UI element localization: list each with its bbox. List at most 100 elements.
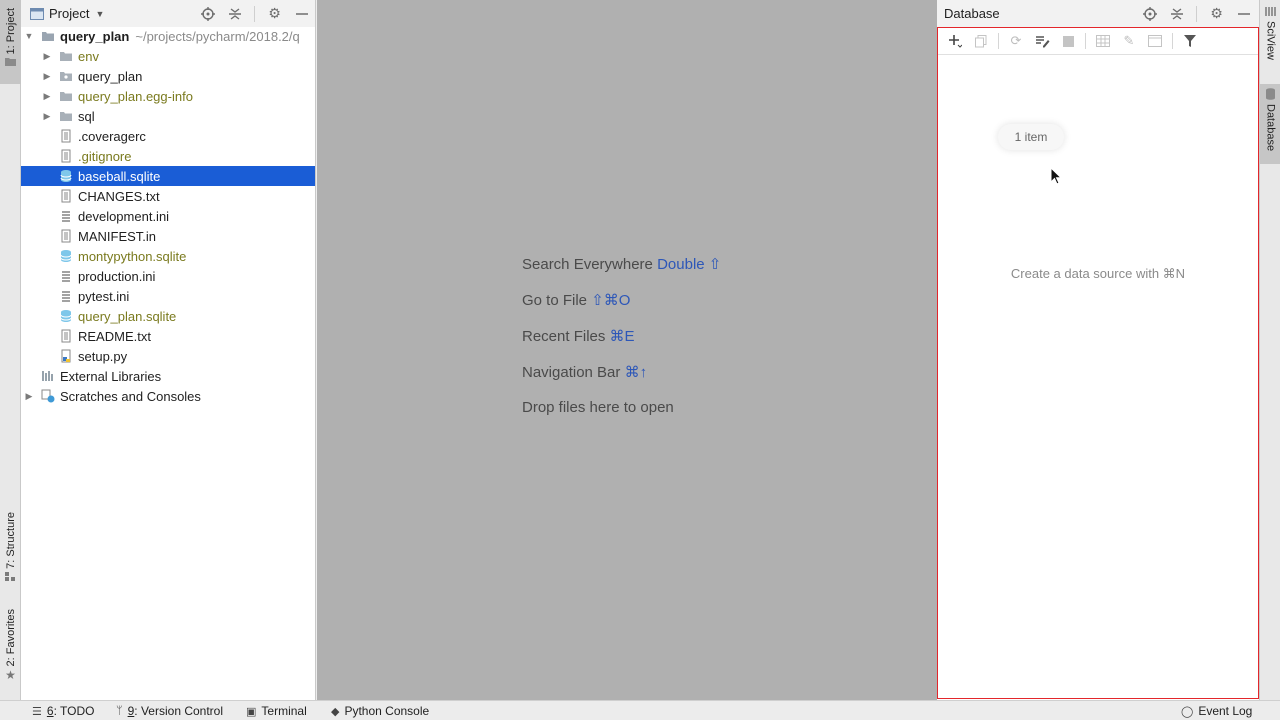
right-tool-strip: SciView Database [1259,0,1280,700]
tool-tab-project[interactable]: 1: Project [0,0,21,84]
tree-row-label: pytest.ini [78,288,130,304]
project-tree: ▼ query_plan ~/projects/pycharm/2018.2/q … [21,27,315,407]
text-file-icon [61,149,71,163]
project-panel: Project ▼ ⚙ ▼ query_plan ~/projects/pycha… [21,0,316,700]
collapse-all-icon[interactable] [227,6,242,21]
tree-row-setup-py[interactable]: setup.py [21,346,315,366]
tree-row-label: query_plan.egg-info [78,88,193,104]
tree-row-label: query_plan [78,68,143,84]
expand-arrow-icon[interactable]: ▶ [42,51,52,62]
database-tree-area[interactable]: ⟳ ✎ 1 item Create a data source with ⌘N [937,27,1259,699]
tree-row-sql[interactable]: ▶ sql [21,106,315,126]
tree-row-root[interactable]: ▼ query_plan ~/projects/pycharm/2018.2/q [21,26,315,46]
text-file-icon [61,329,71,343]
config-file-icon [62,271,70,282]
event-log-label: Event Log [1198,704,1253,718]
tree-row-readme[interactable]: README.txt [21,326,315,346]
editor-empty-area[interactable]: Search Everywhere Double ⇧ Go to File ⇧⌘… [317,0,937,700]
gear-icon[interactable]: ⚙ [267,5,282,21]
tree-row-external-libraries[interactable]: External Libraries [21,366,315,386]
tree-row-baseball-sqlite[interactable]: baseball.sqlite [21,166,315,186]
todo-mnemonic: 6 [46,704,54,718]
console-icon[interactable] [1146,32,1164,50]
database-file-icon [60,310,72,322]
expand-arrow-icon[interactable]: ▶ [42,71,52,82]
add-icon[interactable] [946,32,964,50]
tree-row-query-plan-sqlite[interactable]: query_plan.sqlite [21,306,315,326]
filter-icon[interactable] [1181,32,1199,50]
gear-icon[interactable]: ⚙ [1209,5,1224,21]
locate-icon[interactable] [1142,6,1157,21]
tree-row-production-ini[interactable]: production.ini [21,266,315,286]
tree-row-label: CHANGES.txt [78,188,160,204]
minimize-icon[interactable] [294,6,309,21]
collapse-all-icon[interactable] [1169,6,1184,21]
tree-row-pytest-ini[interactable]: pytest.ini [21,286,315,306]
sciview-icon [1265,7,1276,16]
tree-row-env[interactable]: ▶ env [21,46,315,66]
database-file-icon [60,170,72,182]
hint-shortcut: ⌘↑ [624,364,648,381]
tool-tab-favorites[interactable]: 2: Favorites ★ [0,605,21,690]
tree-row-label: setup.py [78,348,128,364]
tree-row-egg-info[interactable]: ▶ query_plan.egg-info [21,86,315,106]
scratches-icon [41,389,55,403]
project-panel-title[interactable]: Project [49,6,89,21]
expand-arrow-icon[interactable]: ▼ [24,31,34,41]
database-file-icon [60,250,72,262]
edit-properties-icon[interactable] [1033,32,1051,50]
stop-icon[interactable] [1059,32,1077,50]
tree-row-query-plan-package[interactable]: ▶ query_plan [21,66,315,86]
version-control-button[interactable]: ᛘ 9: Version Control [116,704,223,718]
hint-text: Drop files here to open [522,399,674,416]
project-panel-header: Project ▼ ⚙ [21,0,315,27]
expand-arrow-icon[interactable]: ▶ [24,391,34,402]
terminal-label: Terminal [261,704,307,718]
tree-row-label: README.txt [78,328,151,344]
mouse-cursor-icon [1050,167,1062,185]
tool-tab-sciview[interactable]: SciView [1260,6,1280,76]
tool-tab-favorites-label: 2: Favorites [4,609,17,667]
toolbar-divider [998,33,999,49]
tree-row-scratches[interactable]: ▶ Scratches and Consoles [21,386,315,406]
event-log-button[interactable]: ◯ Event Log [1181,704,1252,718]
expand-arrow-icon[interactable]: ▶ [42,91,52,102]
database-toolbar: ⟳ ✎ [938,28,1258,55]
header-divider [254,5,255,22]
refresh-icon[interactable]: ⟳ [1007,32,1025,50]
tree-row-changes[interactable]: CHANGES.txt [21,186,315,206]
database-panel-title: Database [944,6,1000,21]
tree-row-gitignore[interactable]: .gitignore [21,146,315,166]
tree-row-label: baseball.sqlite [78,168,161,184]
folder-icon [60,112,72,121]
chevron-down-icon[interactable]: ▼ [95,9,104,19]
empty-state-message: Create a data source with ⌘N [1010,266,1186,281]
tool-tab-database[interactable]: Database [1260,84,1280,164]
folder-icon [60,52,72,61]
hint-shortcut: Double ⇧ [657,256,722,273]
tree-row-manifest[interactable]: MANIFEST.in [21,226,315,246]
expand-arrow-icon[interactable]: ▶ [42,111,52,122]
speech-bubble-icon: ◯ [1181,705,1194,718]
tree-row-coveragerc[interactable]: .coveragerc [21,126,315,146]
tree-row-montypython-sqlite[interactable]: montypython.sqlite [21,246,315,266]
tool-tab-structure-label: 7: Structure [4,512,17,569]
root-folder-label: query_plan [60,28,130,44]
list-icon: ☰ [32,705,42,718]
table-icon[interactable] [1094,32,1112,50]
python-file-icon [61,349,71,363]
tool-tab-structure[interactable]: 7: Structure [0,508,21,593]
duplicate-icon[interactable] [972,32,990,50]
tree-row-development-ini[interactable]: development.ini [21,206,315,226]
minimize-icon[interactable] [1236,6,1251,21]
tree-row-label: Scratches and Consoles [60,388,201,404]
terminal-button[interactable]: ▣ Terminal [246,704,307,718]
todo-button[interactable]: ☰ 6: TODO [32,704,94,718]
python-console-button[interactable]: ◆ Python Console [331,704,429,718]
folder-icon [42,32,54,41]
tree-row-label: .gitignore [78,148,132,164]
pencil-icon[interactable]: ✎ [1120,32,1138,50]
locate-icon[interactable] [200,6,215,21]
tree-row-label: MANIFEST.in [78,228,157,244]
text-file-icon [61,189,71,203]
